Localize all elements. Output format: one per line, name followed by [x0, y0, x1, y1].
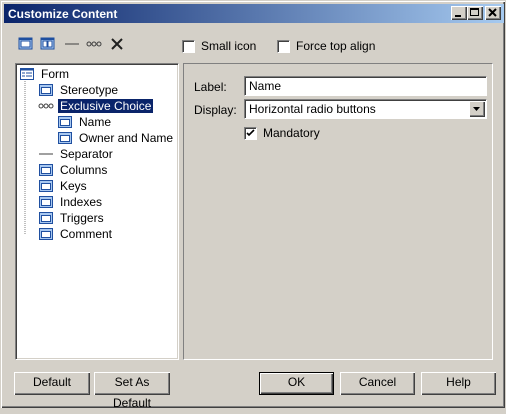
tree-item-label: Owner and Name	[79, 131, 174, 145]
attribute-icon	[39, 212, 53, 224]
tree-item-label: Keys	[60, 179, 87, 193]
tree-item-keys[interactable]: Keys	[38, 178, 89, 194]
tree-item-name[interactable]: Name	[57, 114, 113, 130]
tree-item-exclusive-choice[interactable]: Exclusive Choice	[38, 98, 154, 114]
add-attribute-icon	[18, 37, 33, 50]
tree-item-columns[interactable]: Columns	[38, 162, 109, 178]
tree-item-label: Name	[79, 115, 112, 129]
ok-button[interactable]: OK	[259, 372, 334, 395]
label-caption: Label:	[194, 80, 227, 94]
customize-content-dialog: Customize Content Small icon Force top a…	[0, 0, 506, 410]
tree-item-separator[interactable]: Separator	[38, 146, 115, 162]
exclusive-choice-icon	[38, 103, 54, 109]
tree-item-label: Comment	[60, 227, 113, 241]
attribute-icon	[39, 196, 53, 208]
delete-tool[interactable]	[108, 35, 126, 53]
content-tree[interactable]: Form Stereotype Exclusive Choice Name Ow…	[15, 63, 179, 360]
delete-icon	[111, 38, 123, 50]
mandatory-checkbox[interactable]: Mandatory	[244, 126, 320, 140]
close-icon	[488, 8, 497, 17]
checkmark-icon	[246, 128, 255, 136]
maximize-button[interactable]	[467, 6, 483, 20]
set-as-default-button-label: Set As Default	[112, 375, 152, 410]
add-exclusive-choice-tool[interactable]	[85, 35, 103, 53]
close-button[interactable]	[485, 6, 501, 20]
force-top-align-check[interactable]	[277, 39, 290, 53]
display-dropdown-button[interactable]	[469, 101, 485, 117]
tree-item-label: Triggers	[60, 211, 104, 225]
default-button[interactable]: Default	[14, 372, 90, 395]
tree-item-comment[interactable]: Comment	[38, 226, 114, 242]
add-group-tool[interactable]	[39, 35, 57, 53]
chevron-down-icon	[473, 107, 480, 111]
cancel-button-label: Cancel	[358, 375, 397, 389]
attribute-icon	[39, 84, 53, 96]
tree-item-triggers[interactable]: Triggers	[38, 210, 106, 226]
small-icon-label: Small icon	[201, 39, 257, 53]
help-button[interactable]: Help	[421, 372, 496, 395]
help-button-label: Help	[446, 375, 471, 389]
mandatory-check[interactable]	[244, 126, 257, 140]
attribute-icon	[58, 116, 72, 128]
cancel-button[interactable]: Cancel	[340, 372, 415, 395]
attribute-icon	[39, 228, 53, 240]
default-button-label: Default	[32, 375, 72, 389]
force-top-align-label: Force top align	[296, 39, 376, 53]
add-separator-tool[interactable]	[63, 35, 81, 53]
tree-item-label: Columns	[60, 163, 108, 177]
tree-item-label: Separator	[60, 147, 113, 161]
tree-item-label: Stereotype	[60, 83, 119, 97]
tree-item-label: Exclusive Choice	[58, 99, 154, 113]
add-group-icon	[40, 37, 55, 50]
force-top-align-checkbox[interactable]: Force top align	[277, 39, 375, 53]
display-caption: Display:	[194, 103, 237, 117]
attribute-icon	[58, 132, 72, 144]
attribute-icon	[39, 180, 53, 192]
tree-item-form[interactable]: Form	[19, 66, 71, 82]
tree-item-label: Form	[41, 67, 69, 81]
tree-item-stereotype[interactable]: Stereotype	[38, 82, 120, 98]
separator-icon	[65, 43, 79, 45]
display-select[interactable]: Horizontal radio buttons	[244, 99, 487, 119]
tree-item-indexes[interactable]: Indexes	[38, 194, 104, 210]
display-select-value: Horizontal radio buttons	[249, 102, 376, 116]
ok-button-label: OK	[287, 375, 306, 389]
small-icon-check[interactable]	[182, 39, 195, 53]
minimize-icon	[455, 15, 461, 17]
mandatory-label: Mandatory	[263, 126, 320, 140]
separator-icon	[39, 153, 53, 155]
form-icon	[20, 68, 34, 80]
set-as-default-button[interactable]: Set As Default	[94, 372, 170, 410]
maximize-icon	[470, 8, 479, 16]
minimize-button[interactable]	[451, 6, 467, 20]
window-title: Customize Content	[8, 7, 118, 21]
tree-item-label: Indexes	[60, 195, 103, 209]
label-input[interactable]: Name	[244, 76, 487, 96]
exclusive-choice-icon	[86, 41, 102, 47]
small-icon-checkbox[interactable]: Small icon	[182, 39, 256, 53]
attribute-icon	[39, 164, 53, 176]
add-attribute-tool[interactable]	[17, 35, 35, 53]
tree-item-owner-and-name[interactable]: Owner and Name	[57, 130, 175, 146]
title-bar: Customize Content	[4, 4, 504, 23]
